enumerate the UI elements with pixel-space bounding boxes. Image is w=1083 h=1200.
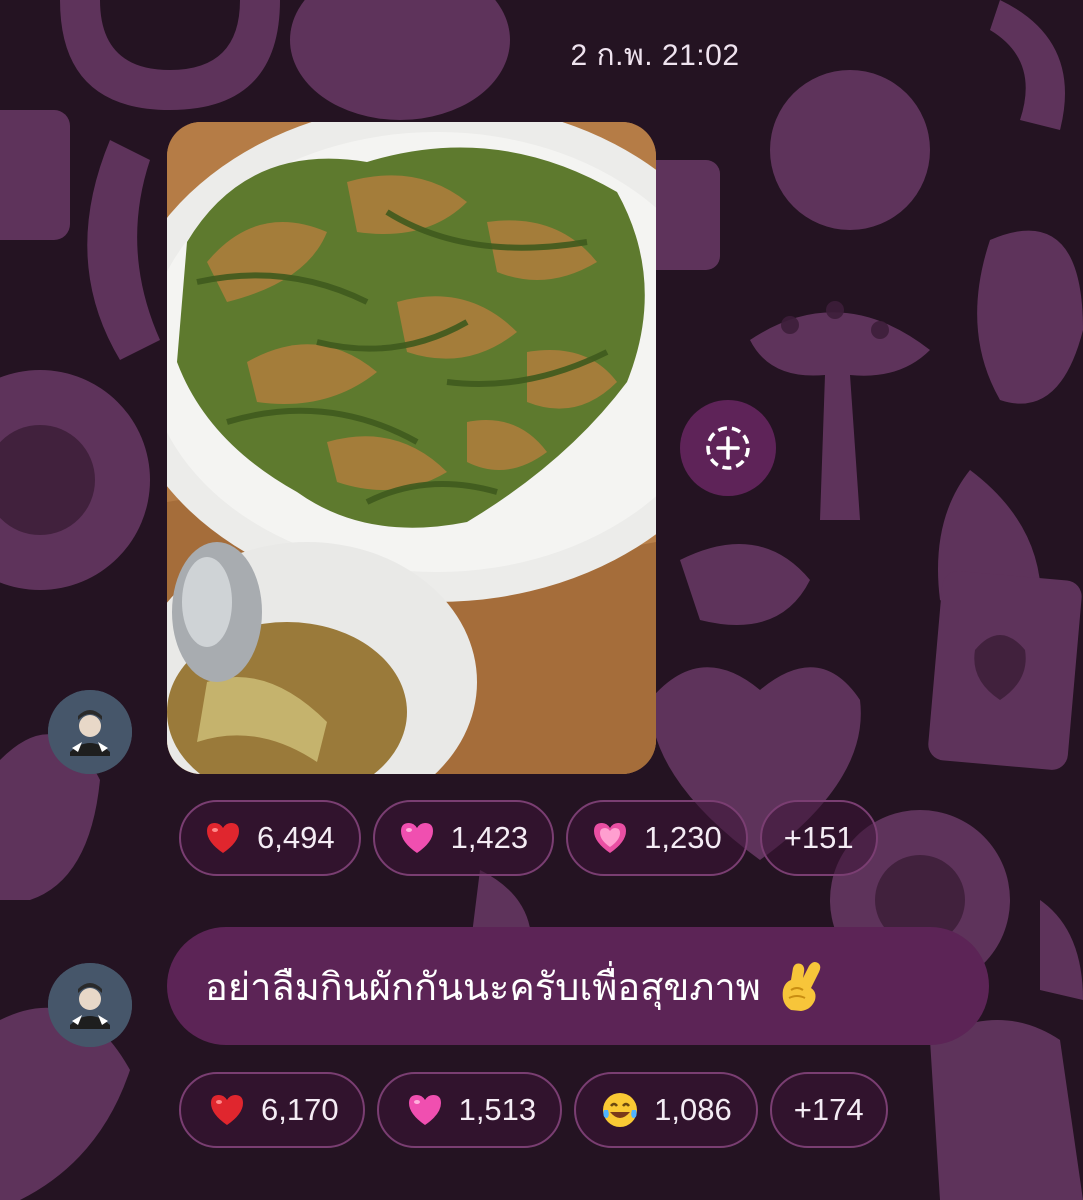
sparkling-heart-icon <box>594 823 627 853</box>
reaction-pink-heart[interactable]: 1,423 <box>372 800 555 876</box>
reactions-row-photo: 6,494 1,423 1,230 +151 <box>179 800 878 876</box>
reaction-count: 6,494 <box>257 820 335 855</box>
photo-message[interactable] <box>167 122 656 774</box>
reaction-sparkling-heart[interactable]: 1,230 <box>566 800 748 876</box>
red-heart-icon <box>211 1095 243 1125</box>
reaction-more-count: +151 <box>783 820 854 855</box>
share-button[interactable] <box>680 400 776 496</box>
user-avatar-image <box>48 690 132 774</box>
reaction-red-heart[interactable]: 6,170 <box>179 1072 365 1148</box>
pink-heart-icon <box>400 823 433 853</box>
avatar[interactable] <box>48 963 132 1047</box>
reactions-row-text: 6,170 1,513 1,086 +174 <box>179 1072 888 1148</box>
message-timestamp: 2 ก.พ. 21:02 <box>570 39 740 72</box>
share-circle-plus-icon <box>706 426 750 470</box>
reaction-more-count: +174 <box>793 1092 864 1127</box>
pink-heart-icon <box>408 1095 441 1125</box>
food-photo <box>167 122 656 774</box>
reaction-count: 6,170 <box>261 1092 339 1127</box>
reaction-more-button[interactable]: +151 <box>759 800 878 876</box>
reaction-more-button[interactable]: +174 <box>769 1072 888 1148</box>
reaction-count: 1,423 <box>450 820 529 855</box>
tears-of-joy-icon <box>603 1093 638 1127</box>
message-text: อย่าลืมกินผักกันนะครับเพื่อสุขภาพ <box>205 966 761 1009</box>
reaction-count: 1,086 <box>654 1092 732 1127</box>
red-heart-icon <box>207 823 239 853</box>
crossed-fingers-icon <box>782 962 821 1011</box>
user-avatar-image <box>48 963 132 1047</box>
reaction-pink-heart[interactable]: 1,513 <box>376 1072 563 1148</box>
reaction-red-heart[interactable]: 6,494 <box>179 800 361 876</box>
reaction-tears-of-joy[interactable]: 1,086 <box>574 1072 758 1148</box>
avatar[interactable] <box>48 690 132 774</box>
text-message-bubble[interactable]: อย่าลืมกินผักกันนะครับเพื่อสุขภาพ <box>167 927 989 1045</box>
reaction-count: 1,230 <box>644 820 722 855</box>
reaction-count: 1,513 <box>458 1092 537 1127</box>
